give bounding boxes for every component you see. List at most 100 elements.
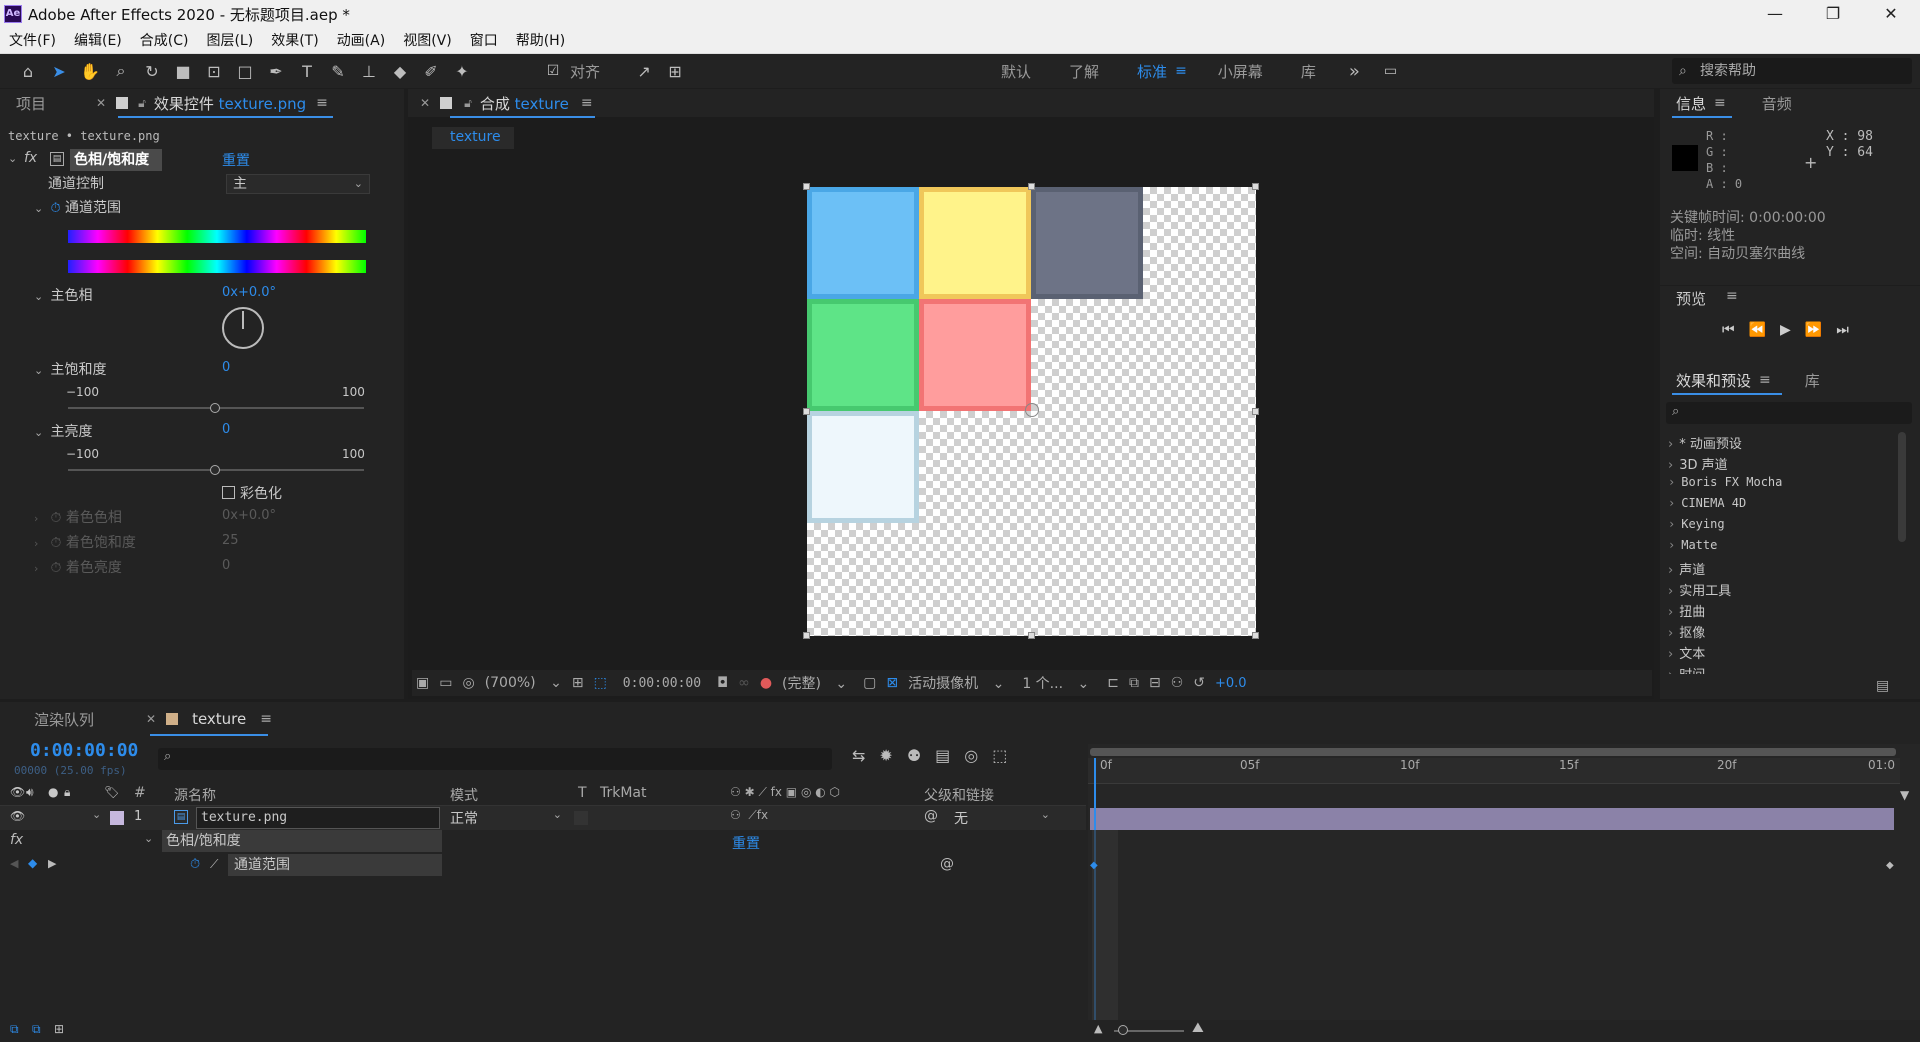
comp-sub-tab[interactable]: texture: [432, 127, 514, 149]
effect-name[interactable]: 色相/饱和度: [70, 149, 162, 171]
layer-row[interactable]: 👁︎ ⌄ 1 ▤ texture.png 正常 ⌄ ⚇ ⟋fx @ 无 ⌄: [0, 806, 1086, 830]
viewer-timecode[interactable]: 0:00:00:00: [623, 676, 701, 691]
colorize-checkbox[interactable]: [222, 486, 235, 499]
workspace-default[interactable]: 默认: [982, 61, 1050, 82]
keyframe-marker[interactable]: ◆: [1090, 860, 1098, 871]
parent-dropdown[interactable]: 无 ⌄: [954, 808, 1054, 828]
list-item-utility[interactable]: › 实用工具: [1668, 580, 1731, 599]
timeline-zoom-knob[interactable]: [1118, 1025, 1128, 1035]
panel-menu-icon[interactable]: ≡: [316, 95, 328, 111]
tab-effect-controls[interactable]: 效果控件 texture.png: [154, 93, 306, 114]
layer-label-swatch[interactable]: [110, 811, 124, 825]
snapshot-icon[interactable]: ◘: [717, 675, 728, 691]
stopwatch-icon[interactable]: ⏱︎: [50, 201, 60, 216]
expand-arrow-icon[interactable]: ⌄: [8, 152, 20, 165]
audio-toggle-icon[interactable]: 🔊︎: [26, 785, 34, 800]
workspace-menu-icon[interactable]: ≡: [1175, 63, 1187, 79]
fx-icon[interactable]: fx: [10, 832, 23, 848]
stopwatch-icon[interactable]: ⏱︎: [190, 857, 200, 872]
effect-row[interactable]: fx ⌄ 色相/饱和度 重置: [0, 830, 1086, 854]
zoom-out-icon[interactable]: ▲: [1094, 1022, 1102, 1035]
transform-handle[interactable]: [803, 407, 810, 415]
tab-project[interactable]: 项目: [0, 93, 96, 114]
timeline-icon[interactable]: ⊟: [1149, 675, 1161, 691]
expand-arrow-icon[interactable]: ⌄: [144, 832, 153, 845]
effect-reset-link[interactable]: 重置: [222, 150, 250, 170]
first-frame-icon[interactable]: ⏮: [1722, 322, 1735, 338]
list-item-distort[interactable]: › 扭曲: [1668, 601, 1705, 620]
zoom-in-icon[interactable]: ⛰︎: [1192, 1020, 1204, 1036]
region-icon[interactable]: ⬚: [594, 675, 607, 691]
next-keyframe-icon[interactable]: ▶: [48, 857, 56, 870]
play-icon[interactable]: ▶: [1780, 322, 1791, 338]
layer-name[interactable]: texture.png: [196, 807, 440, 829]
list-item-presets[interactable]: › * 动画预设: [1668, 433, 1742, 452]
lock-icon[interactable]: 🔓︎: [138, 96, 146, 111]
next-frame-icon[interactable]: ⏩: [1805, 322, 1822, 338]
panel-menu-icon[interactable]: ≡: [260, 711, 272, 727]
video-toggle-icon[interactable]: 👁︎: [10, 785, 25, 799]
tab-timeline-comp[interactable]: texture: [192, 710, 246, 728]
expression-pick-whip-icon[interactable]: @: [940, 856, 954, 872]
close-tab-icon[interactable]: ✕: [146, 712, 156, 726]
workspace-standard[interactable]: 标准: [1118, 61, 1175, 82]
camera-dropdown[interactable]: 活动摄像机 ⌄: [908, 673, 1004, 693]
exposure-value[interactable]: +0.0: [1215, 676, 1247, 691]
expand-arrow-icon[interactable]: ⌄: [34, 198, 46, 220]
effects-search-input[interactable]: ⌕: [1666, 402, 1912, 424]
roto-brush-icon[interactable]: ✐: [417, 57, 445, 85]
pan-behind-icon[interactable]: ⊡: [200, 57, 228, 85]
previous-frame-icon[interactable]: ⏪: [1749, 322, 1766, 338]
close-button[interactable]: ✕: [1862, 0, 1920, 28]
list-item-mocha[interactable]: › Boris FX Mocha: [1668, 475, 1782, 489]
show-snapshot-icon[interactable]: ∞: [738, 675, 750, 691]
clone-stamp-icon[interactable]: ⊥: [355, 57, 383, 85]
minimize-button[interactable]: —: [1746, 0, 1804, 28]
panel-menu-icon[interactable]: ≡: [1759, 372, 1771, 388]
workspace-library[interactable]: 库: [1282, 61, 1335, 82]
list-item-text[interactable]: › 文本: [1668, 643, 1705, 662]
effects-scrollbar[interactable]: [1898, 432, 1906, 542]
effect-row-name[interactable]: 色相/饱和度: [162, 830, 442, 852]
zoom-dropdown[interactable]: (700%) ⌄: [485, 675, 562, 691]
pick-whip-icon[interactable]: @: [924, 808, 938, 824]
vr-icon[interactable]: ◎: [462, 675, 474, 691]
column-trkmat[interactable]: TrkMat: [600, 785, 647, 801]
master-lightness-value[interactable]: 0: [222, 422, 230, 437]
property-name[interactable]: 通道范围: [228, 854, 442, 876]
close-tab-icon[interactable]: ✕: [420, 96, 430, 110]
pen-icon[interactable]: ✒: [262, 57, 290, 85]
text-icon[interactable]: T: [293, 57, 321, 85]
fast-preview-icon[interactable]: ⧉: [1129, 675, 1139, 691]
composition-canvas[interactable]: [803, 183, 1259, 639]
close-tab-icon[interactable]: ✕: [96, 96, 106, 110]
monitor-icon[interactable]: ▭: [439, 675, 452, 691]
panel-menu-icon[interactable]: ≡: [581, 95, 593, 111]
menu-animation[interactable]: 动画(A): [328, 28, 395, 54]
selection-icon[interactable]: ➤: [45, 57, 73, 85]
tab-library[interactable]: 库: [1793, 370, 1832, 391]
list-item-matte[interactable]: › Matte: [1668, 538, 1717, 552]
anchor-point-icon[interactable]: [1025, 403, 1039, 417]
keyframe-icon[interactable]: ◆: [28, 856, 37, 870]
channel-icon[interactable]: ●: [760, 675, 772, 691]
lock-column-icon[interactable]: 🔒︎: [64, 785, 70, 800]
tab-info[interactable]: 信息: [1660, 93, 1714, 114]
solo-icon[interactable]: ●: [48, 785, 58, 799]
panel-menu-icon[interactable]: ≡: [1726, 288, 1738, 304]
expand-arrow-icon[interactable]: ⌄: [34, 286, 46, 308]
list-item-keying-cn[interactable]: › 抠像: [1668, 622, 1705, 641]
transfer-controls-toggle-icon[interactable]: ⧉: [32, 1022, 41, 1037]
transparency-grid-icon[interactable]: ⊠: [886, 675, 898, 691]
new-folder-icon[interactable]: ▤: [1876, 678, 1889, 694]
views-dropdown[interactable]: 1 个... ⌄: [1022, 673, 1089, 693]
menu-file[interactable]: 文件(F): [0, 28, 65, 54]
rectangle-icon[interactable]: □: [231, 57, 259, 85]
transform-handle[interactable]: [1252, 183, 1259, 190]
comp-end-marker[interactable]: ▼: [1900, 788, 1909, 802]
layer-mode-dropdown[interactable]: 正常 ⌄: [450, 808, 566, 828]
panel-menu-icon[interactable]: ≡: [1714, 95, 1726, 111]
list-item-time[interactable]: › 时间: [1668, 664, 1705, 674]
layer-switches-toggle-icon[interactable]: ⧉: [10, 1022, 19, 1037]
layer-switches[interactable]: ⚇ ⟋fx: [730, 808, 768, 823]
